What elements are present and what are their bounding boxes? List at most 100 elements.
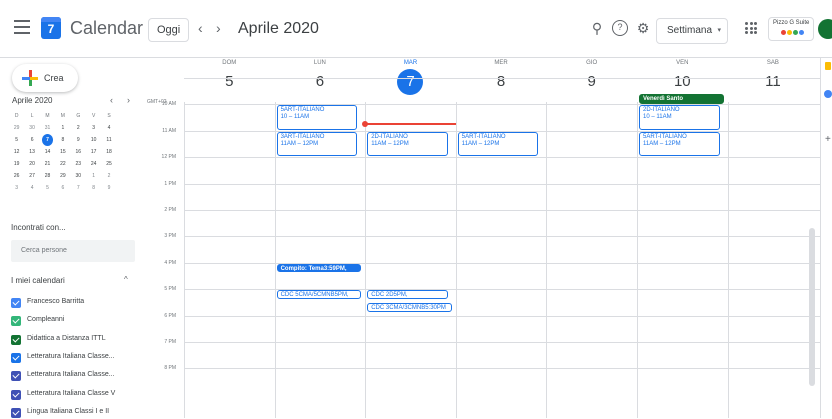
mini-calendar-previous-icon[interactable]: ‹ <box>110 95 113 105</box>
calendar-checkbox[interactable] <box>11 334 21 345</box>
mini-calendar-day[interactable]: 31 <box>40 122 55 134</box>
mini-calendar-day[interactable]: 4 <box>24 182 39 194</box>
day-number[interactable]: 7 <box>397 69 424 95</box>
mini-calendar-day[interactable]: 11 <box>101 134 116 146</box>
mini-calendar-day[interactable]: 7 <box>71 182 86 194</box>
mini-calendar-day[interactable]: 10 <box>86 134 101 146</box>
chevron-up-icon[interactable]: ^ <box>124 275 128 284</box>
mini-calendar-day[interactable]: 4 <box>101 122 116 134</box>
previous-week-icon[interactable]: ‹ <box>198 20 203 36</box>
apps-grid-icon[interactable] <box>745 22 757 34</box>
calendar-event[interactable]: 3ART-ITALIANO 11AM – 12PM <box>276 131 358 157</box>
day-header[interactable]: MER 8 <box>456 58 547 95</box>
mini-calendar-day[interactable]: 5 <box>40 182 55 194</box>
mini-calendar-day[interactable]: 24 <box>86 158 101 170</box>
calendar-checkbox[interactable] <box>11 371 21 382</box>
view-selector[interactable]: Settimana ▾ <box>656 18 728 44</box>
mini-calendar-day[interactable]: 8 <box>86 182 101 194</box>
mini-calendar-day[interactable]: 21 <box>40 158 55 170</box>
tasks-icon[interactable] <box>824 90 832 98</box>
day-header[interactable]: MAR 7 <box>365 58 456 95</box>
day-number[interactable]: 11 <box>760 69 786 95</box>
mini-calendar-day[interactable]: 30 <box>24 122 39 134</box>
search-icon[interactable]: ⚲ <box>589 20 605 36</box>
mini-calendar-day[interactable]: 22 <box>55 158 70 170</box>
mini-calendar-day[interactable]: 2 <box>101 170 116 182</box>
calendar-item[interactable]: Compleanni <box>11 315 141 327</box>
mini-calendar-day[interactable]: 18 <box>101 146 116 158</box>
settings-icon[interactable]: ⚙ <box>635 20 651 36</box>
mini-calendar-day[interactable]: 26 <box>9 170 24 182</box>
calendar-item[interactable]: Letteratura Italiana Classe V <box>11 389 141 401</box>
calendar-event[interactable]: CDC 5CMA/5CMNB5PM, <box>276 290 362 299</box>
calendar-event[interactable]: 5ART-ITALIANO 11AM – 12PM <box>639 131 720 157</box>
calendar-event[interactable]: 5ART-ITALIANO 10 – 11AM <box>276 105 358 130</box>
help-icon[interactable]: ? <box>612 20 628 36</box>
mini-calendar-day[interactable]: 5 <box>9 134 24 146</box>
mini-calendar-day[interactable]: 13 <box>24 146 39 158</box>
today-button[interactable]: Oggi <box>148 18 190 42</box>
mini-calendar-day[interactable]: 3 <box>86 122 101 134</box>
calendar-item[interactable]: Lingua Italiana Classi I e II <box>11 407 141 419</box>
calendar-event[interactable]: Compito: Tema3:59PM, <box>276 263 362 273</box>
mini-calendar-day[interactable]: 29 <box>9 122 24 134</box>
day-header[interactable]: SAB 11 <box>728 58 819 95</box>
mini-calendar-day[interactable]: 19 <box>9 158 24 170</box>
mini-calendar-day[interactable]: 12 <box>9 146 24 158</box>
mini-calendar-day[interactable]: 3 <box>9 182 24 194</box>
calendar-event[interactable]: 2D-ITALIANO 11AM – 12PM <box>367 131 448 157</box>
mini-calendar-day[interactable]: 30 <box>71 170 86 182</box>
mini-calendar-day[interactable]: 1 <box>55 122 70 134</box>
calendar-checkbox[interactable] <box>11 352 21 363</box>
add-addon-icon[interactable]: + <box>825 134 831 145</box>
mini-calendar-day[interactable]: 28 <box>40 170 55 182</box>
mini-calendar-day[interactable]: 14 <box>40 146 55 158</box>
calendar-item[interactable]: Didattica a Distanza ITTL <box>11 334 141 346</box>
mini-calendar-day[interactable]: 29 <box>55 170 70 182</box>
day-header[interactable]: LUN 6 <box>275 58 366 95</box>
calendar-item[interactable]: Letteratura Italiana Classe... <box>11 352 141 364</box>
scrollbar[interactable] <box>809 228 815 386</box>
mini-calendar-day[interactable]: 17 <box>86 146 101 158</box>
calendar-checkbox[interactable] <box>11 316 21 327</box>
calendar-checkbox[interactable] <box>11 407 21 418</box>
organization-logo[interactable]: Pizzo G Suite <box>768 17 814 41</box>
mini-calendar-day[interactable]: 27 <box>24 170 39 182</box>
create-button[interactable]: Crea <box>12 64 78 92</box>
mini-calendar-day[interactable]: 8 <box>55 134 70 146</box>
day-number[interactable]: 5 <box>216 69 242 95</box>
calendar-item[interactable]: Letteratura Italiana Classe... <box>11 370 141 382</box>
mini-calendar-next-icon[interactable]: › <box>127 95 130 105</box>
mini-calendar-day[interactable]: 16 <box>71 146 86 158</box>
calendar-event[interactable]: 2D-ITALIANO 10 – 11AM <box>639 105 720 130</box>
mini-calendar-day[interactable]: 7 <box>41 134 53 146</box>
calendar-item[interactable]: Francesco Barritta <box>11 297 141 309</box>
mini-calendar-day[interactable]: 9 <box>71 134 86 146</box>
mini-calendar-day[interactable]: 15 <box>55 146 70 158</box>
day-number[interactable]: 9 <box>579 69 605 95</box>
mini-calendar-day[interactable]: 9 <box>101 182 116 194</box>
mini-calendar-day[interactable]: 6 <box>24 134 39 146</box>
account-avatar[interactable] <box>818 19 832 39</box>
all-day-event[interactable]: Venerdì Santo <box>639 94 724 104</box>
main-menu-icon[interactable] <box>14 20 30 34</box>
search-people-input[interactable]: Cerca persone <box>11 240 135 262</box>
mini-calendar-day[interactable]: 23 <box>71 158 86 170</box>
mini-calendar-day[interactable]: 25 <box>101 158 116 170</box>
mini-calendar-day[interactable]: 6 <box>55 182 70 194</box>
calendar-event[interactable]: CDC 3CMA/3CMNB5:30PM <box>367 303 452 312</box>
day-number[interactable]: 10 <box>669 69 695 95</box>
calendar-checkbox[interactable] <box>11 389 21 400</box>
day-header[interactable]: DOM 5 <box>184 58 275 95</box>
day-number[interactable]: 8 <box>488 69 514 95</box>
day-header[interactable]: GIO 9 <box>546 58 637 95</box>
next-week-icon[interactable]: › <box>216 20 221 36</box>
keep-icon[interactable] <box>825 62 831 70</box>
mini-calendar-day[interactable]: 20 <box>24 158 39 170</box>
my-calendars-title[interactable]: I miei calendari <box>11 276 65 285</box>
calendar-event[interactable]: 5ART-ITALIANO 11AM – 12PM <box>457 131 539 157</box>
mini-calendar-day[interactable]: 1 <box>86 170 101 182</box>
day-number[interactable]: 6 <box>307 69 333 95</box>
calendar-event[interactable]: CDC 2D5PM, <box>367 290 448 299</box>
day-header[interactable]: VEN 10 <box>637 58 728 95</box>
